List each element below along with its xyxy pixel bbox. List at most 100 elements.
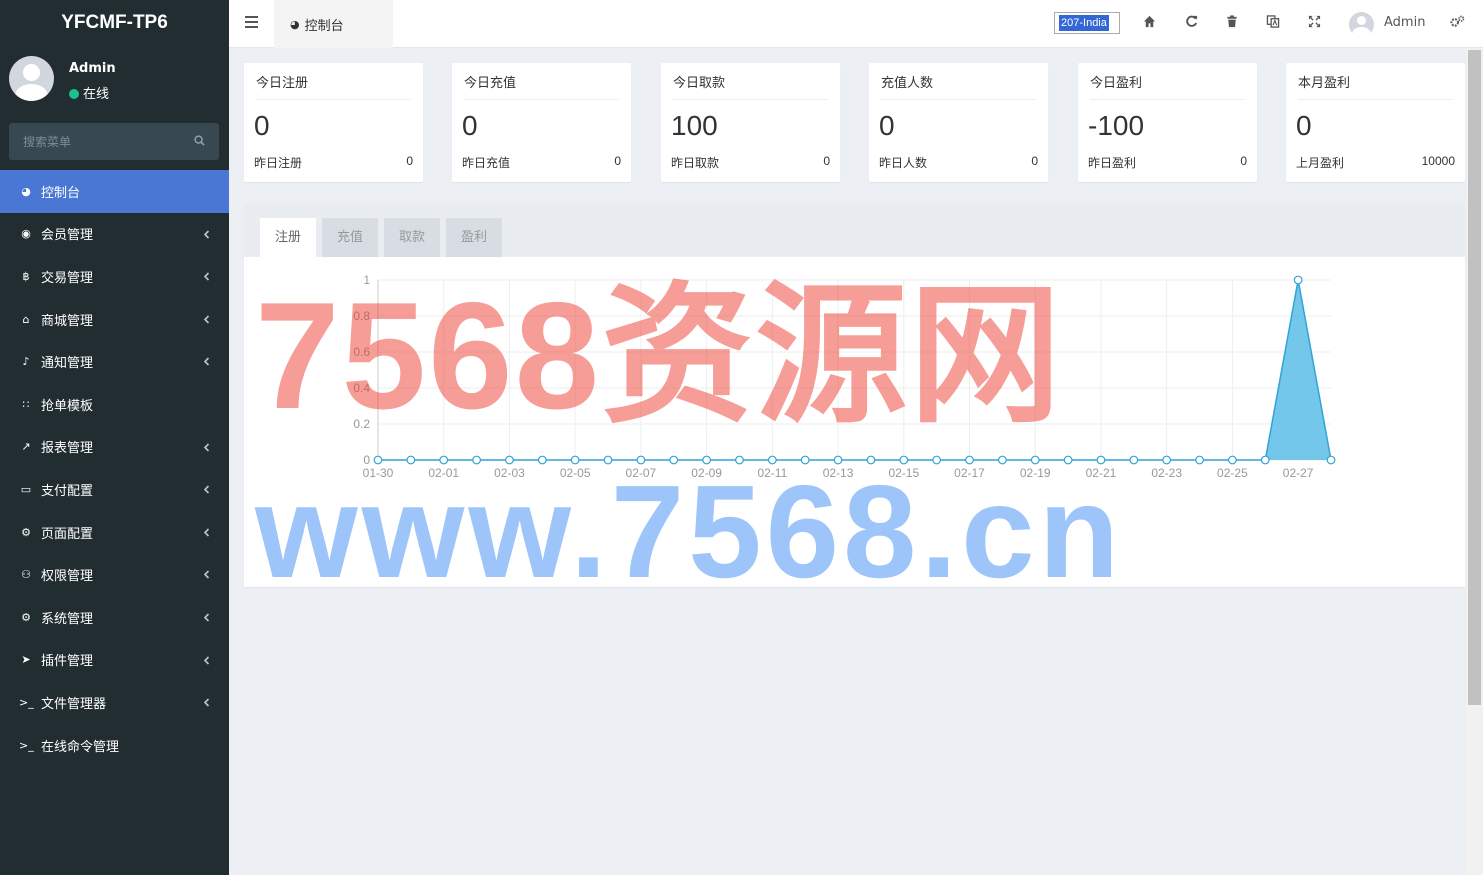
stat-title: 今日盈利: [1090, 76, 1143, 91]
chevron-left-icon: [203, 357, 210, 366]
language-select-value: 207-India: [1059, 15, 1109, 31]
rocket-icon: ➤: [21, 653, 31, 667]
sidebar-item-8[interactable]: ⚙ 页面配置: [0, 511, 229, 554]
data-point: [833, 455, 843, 465]
sidebar-item-label: 报表管理: [41, 441, 94, 457]
chart-tab-register[interactable]: 注册: [260, 218, 317, 257]
x-tick-label: 02-07: [626, 466, 657, 480]
sidebar-item-label: 插件管理: [41, 654, 94, 670]
data-point: [1129, 455, 1139, 465]
online-dot-icon: [69, 89, 79, 99]
sidebar-item-label: 交易管理: [41, 270, 94, 286]
language-select[interactable]: 207-India: [1054, 12, 1120, 34]
y-tick-label: 0.6: [353, 345, 370, 359]
sidebar-item-label: 控制台: [41, 185, 81, 201]
stat-title: 今日充值: [464, 76, 517, 91]
sidebar-item-1[interactable]: ◉ 会员管理: [0, 213, 229, 256]
chart-tab-profit[interactable]: 盈利: [446, 218, 503, 257]
data-point: [997, 455, 1007, 465]
stat-sub-label: 昨日充值: [462, 156, 511, 170]
sidebar-item-label: 页面配置: [41, 526, 94, 542]
sidebar-item-13[interactable]: >_ 在线命令管理: [0, 724, 229, 767]
refresh-icon[interactable]: [1183, 15, 1199, 31]
sidebar-item-9[interactable]: ⚇ 权限管理: [0, 553, 229, 596]
sidebar-item-3[interactable]: ⌂ 商城管理: [0, 298, 229, 341]
data-point: [406, 455, 416, 465]
gears-icon[interactable]: [1449, 15, 1465, 31]
data-point: [1228, 455, 1237, 465]
stat-card: 今日充值 0 昨日充值 0: [452, 63, 631, 182]
x-tick-label: 02-17: [954, 466, 985, 480]
sidebar-item-10[interactable]: ⚙ 系统管理: [0, 596, 229, 639]
data-point: [636, 455, 646, 465]
menu-search-input[interactable]: [9, 123, 219, 160]
data-point: [899, 455, 909, 465]
data-point: [669, 455, 679, 465]
sidebar-toggle-icon[interactable]: [245, 16, 258, 28]
chevron-left-icon: [203, 485, 210, 494]
x-tick-label: 01-30: [363, 466, 394, 480]
app-logo[interactable]: YFCMF-TP6: [0, 0, 229, 46]
home-icon[interactable]: [1141, 15, 1157, 31]
search-icon[interactable]: [194, 135, 205, 146]
fullscreen-icon[interactable]: [1306, 15, 1322, 31]
x-tick-label: 02-05: [560, 466, 591, 480]
data-point: [439, 455, 449, 465]
data-point: [735, 455, 744, 465]
users-icon: ⚇: [21, 568, 31, 582]
data-point: [1162, 455, 1172, 465]
chevron-left-icon: [203, 230, 210, 239]
bitcoin-icon: ฿: [22, 269, 30, 283]
y-tick-label: 0.4: [353, 381, 370, 395]
sidebar-item-2[interactable]: ฿ 交易管理: [0, 255, 229, 298]
user-avatar: [9, 56, 54, 101]
user-panel: Admin 在线: [0, 46, 229, 120]
sidebar-item-6[interactable]: ↗ 报表管理: [0, 426, 229, 469]
user-circle-icon: ◉: [21, 227, 31, 241]
sidebar-item-label: 商城管理: [41, 313, 94, 329]
sidebar-item-0[interactable]: ◕ 控制台: [0, 170, 229, 213]
chevron-left-icon: [203, 442, 210, 452]
stat-divider: [881, 99, 1036, 100]
data-point: [570, 455, 580, 465]
sidebar-item-4[interactable]: ♪ 通知管理: [0, 340, 229, 383]
vertical-scrollbar[interactable]: [1466, 48, 1483, 875]
sidebar-item-label: 在线命令管理: [41, 739, 120, 755]
stat-value: 0: [879, 110, 895, 141]
data-point: [866, 455, 876, 465]
data-point: [1195, 455, 1204, 465]
chevron-left-icon: [203, 698, 210, 707]
data-point: [800, 455, 810, 465]
data-point: [965, 455, 974, 465]
data-point: [373, 455, 383, 465]
sidebar-item-label: 文件管理器: [41, 696, 107, 712]
data-point: [537, 455, 547, 465]
y-tick-label: 0.2: [353, 417, 370, 431]
scrollbar-thumb[interactable]: [1468, 50, 1481, 705]
stat-sub-value: 10000: [1421, 154, 1455, 168]
chevron-left-icon: [203, 528, 210, 537]
sidebar-item-label: 通知管理: [41, 356, 94, 372]
chart-tab-recharge[interactable]: 充值: [322, 218, 379, 257]
translate-icon[interactable]: [1265, 15, 1281, 31]
chart-tab-withdraw[interactable]: 取款: [384, 218, 441, 257]
y-tick-label: 1: [363, 273, 370, 287]
x-tick-label: 02-09: [691, 466, 722, 480]
trash-icon[interactable]: [1224, 15, 1240, 31]
top-navbar: ◕ 控制台 207-India Admin: [229, 0, 1483, 48]
sidebar-item-12[interactable]: >_ 文件管理器: [0, 681, 229, 724]
navbar-user-avatar[interactable]: [1349, 12, 1374, 37]
tab-dashboard[interactable]: ◕ 控制台: [274, 0, 393, 48]
sidebar-item-7[interactable]: ▭ 支付配置: [0, 468, 229, 511]
x-tick-label: 02-19: [1020, 466, 1051, 480]
sidebar-item-11[interactable]: ➤ 插件管理: [0, 639, 229, 682]
user-status-label: 在线: [83, 87, 110, 102]
terminal-icon: >_: [19, 695, 34, 709]
stats-row: 今日注册 0 昨日注册 0 今日充值 0 昨日充值 0 今日取款 100 昨日取款 0 充值人数 0 昨日人…: [244, 63, 1465, 182]
stat-sub-value: 0: [823, 154, 830, 168]
stat-sub-label: 昨日人数: [879, 156, 928, 170]
sidebar-item-5[interactable]: ∷ 抢单模板: [0, 383, 229, 426]
stat-title: 今日取款: [673, 76, 726, 91]
navbar-user-name[interactable]: Admin: [1384, 15, 1425, 30]
dashboard-icon: ◕: [21, 184, 31, 198]
